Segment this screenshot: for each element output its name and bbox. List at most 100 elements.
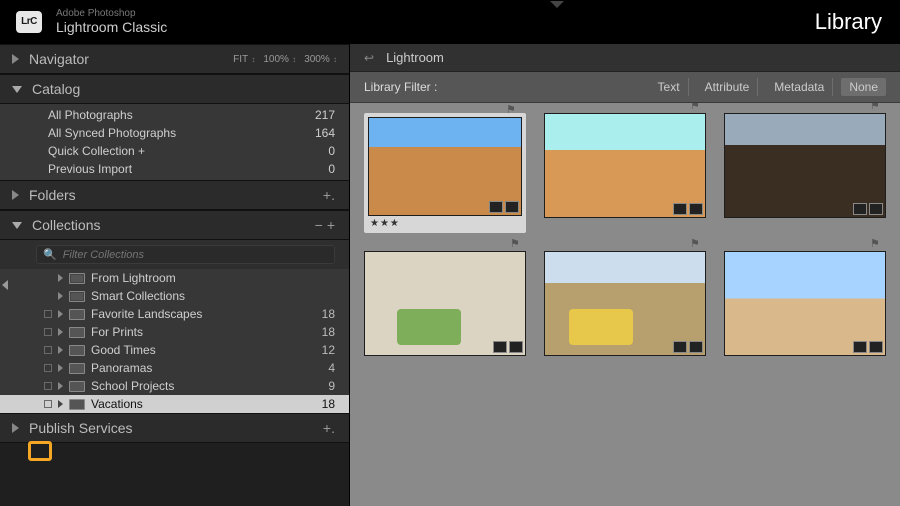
collection-row[interactable]: Panoramas4 <box>0 359 349 377</box>
flag-icon[interactable]: ⚑ <box>870 237 882 247</box>
left-panel-stack: Navigator FIT 100% 300% Catalog All Phot… <box>0 44 350 506</box>
catalog-row[interactable]: Previous Import0 <box>0 160 349 178</box>
navigator-zoom-controls[interactable]: FIT 100% 300% <box>233 54 337 65</box>
add-collection-button[interactable]: + <box>327 217 335 233</box>
collection-row[interactable]: School Projects9 <box>0 377 349 395</box>
collection-label: For Prints <box>91 325 316 339</box>
thumbnail-badge-icon[interactable] <box>509 341 523 353</box>
collection-row[interactable]: Favorite Landscapes18 <box>0 305 349 323</box>
grid-cell[interactable]: ⚑ <box>544 113 706 233</box>
sync-checkbox[interactable] <box>44 310 52 318</box>
panel-header-publish[interactable]: Publish Services +. <box>0 413 349 443</box>
collection-row[interactable]: Smart Collections <box>0 287 349 305</box>
collection-label: Vacations <box>91 397 316 411</box>
catalog-row[interactable]: All Synced Photographs164 <box>0 124 349 142</box>
catalog-row-label: All Photographs <box>48 108 133 122</box>
top-panel-collapse-arrow[interactable] <box>550 1 564 8</box>
filter-tab-attribute[interactable]: Attribute <box>697 78 759 96</box>
zoom-fit[interactable]: FIT <box>233 54 255 65</box>
thumbnail-image[interactable] <box>724 113 886 218</box>
collection-icon <box>69 345 85 356</box>
title-bar: LrC Adobe Photoshop Lightroom Classic Li… <box>0 0 900 44</box>
sync-checkbox[interactable] <box>44 400 52 408</box>
panel-header-collections[interactable]: Collections − + <box>0 210 349 240</box>
thumbnail-badge-icon[interactable] <box>673 203 687 215</box>
thumbnail-badge-icon[interactable] <box>853 341 867 353</box>
grid-cell[interactable]: ⚑ <box>364 251 526 356</box>
add-publish-service-button[interactable]: +. <box>321 420 337 436</box>
disclosure-triangle-icon <box>12 423 19 433</box>
collections-search-input[interactable] <box>63 249 328 261</box>
flag-icon[interactable]: ⚑ <box>510 237 522 247</box>
collection-icon <box>69 273 85 284</box>
catalog-row[interactable]: Quick Collection +0 <box>0 142 349 160</box>
collections-search-wrap[interactable]: 🔍 <box>36 245 335 264</box>
filter-tab-none[interactable]: None <box>841 78 886 96</box>
thumbnail-badge-icon[interactable] <box>869 203 883 215</box>
disclosure-triangle-icon <box>58 346 63 354</box>
panel-title: Folders <box>29 187 76 203</box>
thumbnail-badge-icon[interactable] <box>689 203 703 215</box>
grid-cell[interactable]: ⚑ <box>724 113 886 233</box>
thumbnail-badge-icon[interactable] <box>489 201 503 213</box>
rating-stars[interactable]: ★★★ <box>368 216 522 229</box>
thumbnail-grid[interactable]: ⚑★★★⚑⚑⚑⚑⚑ <box>350 103 900 506</box>
sync-checkbox[interactable] <box>44 328 52 336</box>
breadcrumb-back-icon[interactable]: ↩ <box>364 51 374 65</box>
left-panel-collapse-arrow[interactable] <box>0 275 10 295</box>
catalog-row[interactable]: All Photographs217 <box>0 106 349 124</box>
collection-row[interactable]: For Prints18 <box>0 323 349 341</box>
catalog-row-count: 164 <box>315 126 335 140</box>
grid-cell[interactable]: ⚑ <box>724 251 886 356</box>
panel-title: Navigator <box>29 51 89 67</box>
grid-cell[interactable]: ⚑★★★ <box>364 113 526 233</box>
filter-tabs: Text Attribute Metadata None <box>650 78 886 96</box>
flag-icon[interactable]: ⚑ <box>690 103 702 109</box>
panel-title: Publish Services <box>29 420 133 436</box>
collection-row[interactable]: Good Times12 <box>0 341 349 359</box>
panel-header-catalog[interactable]: Catalog <box>0 74 349 104</box>
collection-icon <box>69 363 85 374</box>
filter-tab-metadata[interactable]: Metadata <box>766 78 833 96</box>
flag-icon[interactable]: ⚑ <box>506 103 518 113</box>
library-grid-panel: ↩ Lightroom Library Filter : Text Attribu… <box>350 44 900 506</box>
thumbnail-badge-icon[interactable] <box>853 203 867 215</box>
flag-icon[interactable]: ⚑ <box>690 237 702 247</box>
collections-search-row: 🔍 <box>0 240 349 269</box>
panel-header-navigator[interactable]: Navigator FIT 100% 300% <box>0 44 349 74</box>
collection-count: 9 <box>328 379 335 393</box>
thumbnail-badge-icon[interactable] <box>869 341 883 353</box>
product-vendor: Adobe Photoshop <box>56 8 167 19</box>
disclosure-triangle-icon <box>12 222 22 229</box>
sync-checkbox[interactable] <box>44 382 52 390</box>
collection-row[interactable]: From Lightroom <box>0 269 349 287</box>
thumbnail-badge-icon[interactable] <box>673 341 687 353</box>
thumbnail-image[interactable] <box>368 117 522 216</box>
panel-header-folders[interactable]: Folders +. <box>0 180 349 210</box>
thumbnail-image[interactable] <box>544 113 706 218</box>
collection-row[interactable]: Vacations 18 <box>0 395 349 413</box>
thumbnail-badge-icon[interactable] <box>505 201 519 213</box>
source-breadcrumb[interactable]: ↩ Lightroom <box>350 44 900 72</box>
thumbnail-badge-icon[interactable] <box>689 341 703 353</box>
filter-tab-text[interactable]: Text <box>650 78 689 96</box>
thumbnail-image[interactable] <box>364 251 526 356</box>
zoom-100[interactable]: 100% <box>263 54 296 65</box>
sync-checkbox[interactable] <box>44 346 52 354</box>
sync-checkbox[interactable] <box>44 364 52 372</box>
add-folder-button[interactable]: +. <box>321 187 337 203</box>
thumbnail-image[interactable] <box>544 251 706 356</box>
flag-icon[interactable]: ⚑ <box>870 103 882 109</box>
collection-label: Good Times <box>91 343 316 357</box>
grid-cell[interactable]: ⚑ <box>544 251 706 356</box>
thumbnail-badge-icon[interactable] <box>493 341 507 353</box>
collection-count: 18 <box>322 397 335 411</box>
collection-label: Favorite Landscapes <box>91 307 316 321</box>
module-picker-library[interactable]: Library <box>815 9 884 35</box>
disclosure-triangle-icon <box>58 364 63 372</box>
remove-collection-button[interactable]: − <box>315 217 323 233</box>
thumbnail-image[interactable] <box>724 251 886 356</box>
filter-label: Library Filter : <box>364 80 437 94</box>
zoom-300[interactable]: 300% <box>304 54 337 65</box>
app-root: LrC Adobe Photoshop Lightroom Classic Li… <box>0 0 900 506</box>
